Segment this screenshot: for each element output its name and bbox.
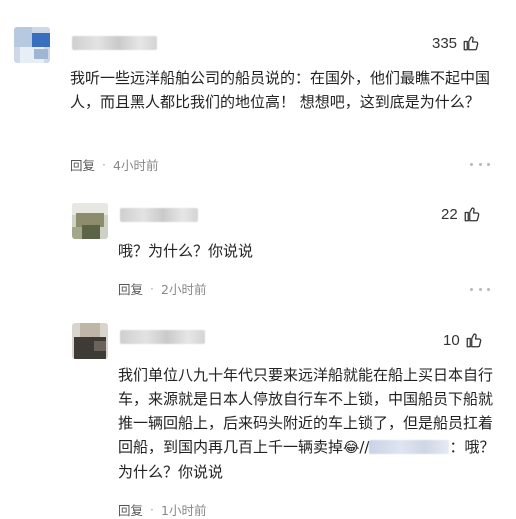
separator-dot: · [102,157,106,172]
username-blurred [120,208,198,222]
reply-button[interactable]: 回复 [70,155,95,174]
thumbs-up-icon [464,207,480,222]
like-button[interactable]: 22 [441,205,481,223]
avatar[interactable] [72,203,108,239]
like-count: 335 [432,34,458,52]
like-button[interactable]: 10 [443,331,483,349]
laughing-emoji-icon: 😂 [343,440,360,456]
separator-dot: · [150,281,154,296]
like-count: 22 [441,205,458,223]
comment-time: 4小时前 [113,158,159,173]
username-blurred [120,330,205,344]
like-button[interactable]: 335 [432,34,480,52]
like-count: 10 [443,331,460,349]
username-blurred [72,36,157,50]
mention-username-blurred[interactable] [369,440,450,454]
comment-time: 2小时前 [161,282,207,297]
comment-meta: 回复 · 2小时前 [118,279,206,298]
comment-meta: 回复 · 1小时前 [118,500,206,519]
more-options-icon[interactable] [470,283,490,295]
avatar[interactable] [14,27,50,63]
comment-text: 哦？为什么？你说说 [118,242,254,260]
mention-prefix: // [359,438,370,456]
separator-dot: · [150,502,154,517]
comment-time: 1小时前 [161,503,207,518]
comment-text: 我们单位八九十年代只要来远洋船就能在船上买日本自行车，来源就是日本人停放自行车不… [118,363,496,484]
comment-meta: 回复 · 4小时前 [70,155,158,174]
thumbs-up-icon [463,36,479,51]
reply-button[interactable]: 回复 [118,279,143,298]
comment-text: 我听一些远洋船舶公司的船员说的：在国外，他们最瞧不起中国人，而且黑人都比我们的地… [70,69,491,111]
more-options-icon[interactable] [470,158,490,170]
avatar[interactable] [72,323,108,359]
thumbs-up-icon [466,333,482,348]
reply-button[interactable]: 回复 [118,500,143,519]
